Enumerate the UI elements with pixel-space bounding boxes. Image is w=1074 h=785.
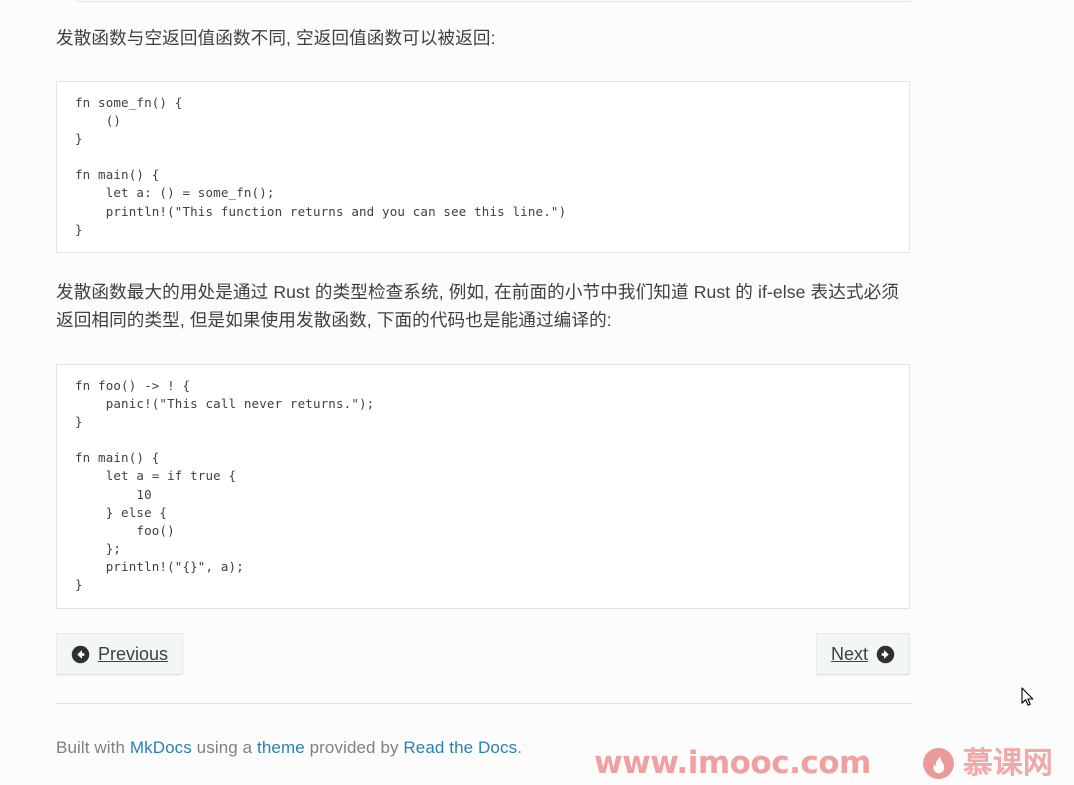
pagination-nav: Previous Next <box>56 633 910 675</box>
mouse-pointer-icon <box>1021 687 1035 707</box>
previous-button-label: Previous <box>98 643 169 664</box>
footer-using-a-text: using a <box>191 738 258 757</box>
flame-logo-icon <box>922 748 954 779</box>
footer-built-with-text: Built with <box>56 738 130 757</box>
footer-period: . <box>517 738 523 757</box>
arrow-circle-left-icon <box>71 645 90 664</box>
code-block-1-content: fn some_fn() { () } fn main() { let a: (… <box>75 95 567 237</box>
watermark-brand: 慕课网 <box>922 745 1053 781</box>
next-button[interactable]: Next <box>815 633 910 675</box>
read-the-docs-link[interactable]: Read the Docs <box>403 738 517 757</box>
previous-button[interactable]: Previous <box>56 633 184 675</box>
watermark-url: www.imooc.com <box>594 745 871 781</box>
code-block-2[interactable]: fn foo() -> ! { panic!("This call never … <box>56 364 910 609</box>
paragraph-second: 发散函数最大的用处是通过 Rust 的类型检查系统, 例如, 在前面的小节中我们… <box>56 282 900 330</box>
next-button-label: Next <box>830 643 868 664</box>
arrow-circle-right-icon <box>876 645 895 664</box>
mkdocs-link[interactable]: MkDocs <box>130 738 192 757</box>
code-block-partial-top <box>76 0 910 2</box>
imooc-watermark: www.imooc.com 慕课网 <box>594 748 1053 779</box>
footer-provided-by-text: provided by <box>304 738 404 757</box>
code-block-2-content: fn foo() -> ! { panic!("This call never … <box>75 378 375 593</box>
footer-divider <box>56 703 912 704</box>
footer-credit: Built with MkDocs using a theme provided… <box>56 738 522 758</box>
watermark-brand-name: 慕课网 <box>962 745 1053 781</box>
documentation-page: 发散函数与空返回值函数不同, 空返回值函数可以被返回: fn some_fn()… <box>0 0 1074 785</box>
paragraph-intro: 发散函数与空返回值函数不同, 空返回值函数可以被返回: <box>56 28 496 48</box>
theme-link[interactable]: theme <box>257 738 305 757</box>
code-block-1[interactable]: fn some_fn() { () } fn main() { let a: (… <box>56 81 910 253</box>
